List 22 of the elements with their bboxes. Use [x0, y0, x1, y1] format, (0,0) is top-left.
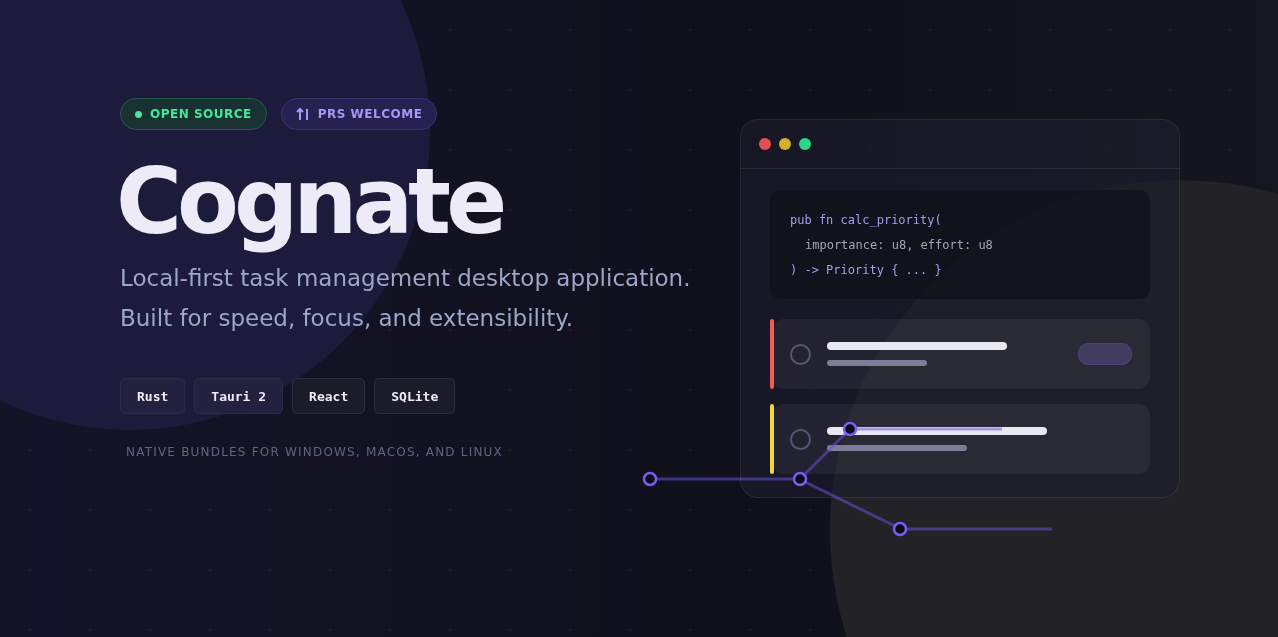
graph-node — [792, 471, 808, 487]
code-line: importance: u8, effort: u8 — [804, 237, 994, 254]
tagline-text: Local-first task management desktop application. — [120, 264, 691, 293]
platforms-text: NATIVE BUNDLES FOR WINDOWS, MACOS, AND LINUX — [126, 445, 504, 459]
task-checkbox[interactable] — [790, 428, 811, 450]
app-title: Cognate — [116, 152, 504, 252]
tech-chip: React — [292, 378, 366, 414]
graph-node — [642, 471, 658, 487]
merge-arrow-icon — [295, 107, 310, 121]
badge: OPEN SOURCE — [120, 98, 267, 130]
graph-node — [892, 521, 908, 537]
tech-chip: Rust — [120, 378, 186, 414]
status-dot-icon — [135, 110, 142, 118]
code-line: ) -> Priority { ... } — [790, 262, 943, 279]
code-line: pub fn calc_priority( — [790, 212, 943, 229]
connector-line — [802, 431, 848, 477]
tagline-text: Built for speed, focus, and extensibility. — [120, 304, 574, 333]
task-checkbox[interactable] — [790, 343, 811, 365]
tech-chip: Tauri 2 — [194, 378, 284, 414]
graph-node — [842, 421, 858, 437]
badge: PRS WELCOME — [280, 98, 438, 130]
tech-chip: SQLite — [374, 378, 456, 414]
